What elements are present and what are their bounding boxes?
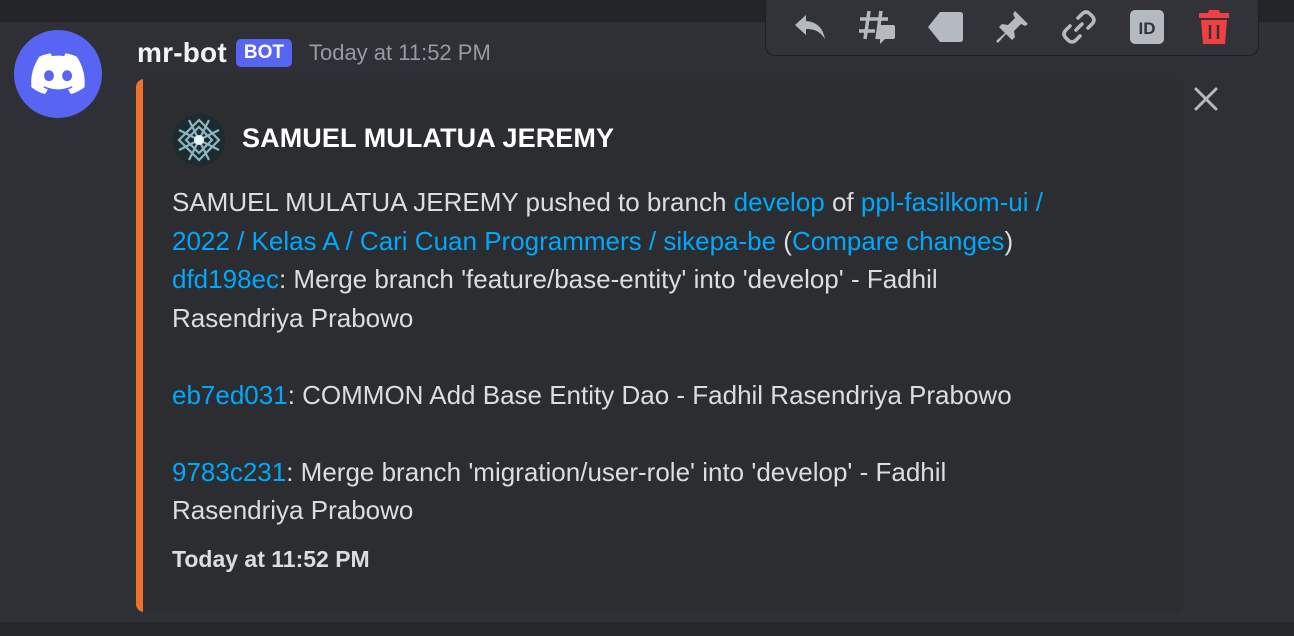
- bot-badge: BOT: [235, 39, 292, 67]
- commit-message-continued: Rasendriya Prabowo: [172, 495, 414, 525]
- create-thread-button[interactable]: [852, 2, 902, 52]
- author-avatar-icon: [173, 114, 225, 166]
- delete-button[interactable]: [1189, 2, 1239, 52]
- copy-link-button[interactable]: [1054, 2, 1104, 52]
- message-header: mr-bot BOT Today at 11:52 PM: [137, 33, 491, 73]
- embed-author-name[interactable]: SAMUEL MULATUA JEREMY: [242, 123, 614, 154]
- pin-button[interactable]: [987, 2, 1037, 52]
- username[interactable]: mr-bot: [137, 37, 227, 69]
- message-actions-toolbar: ID: [765, 0, 1259, 56]
- of-text: of: [824, 187, 861, 217]
- avatar[interactable]: [14, 30, 102, 118]
- commit-item: eb7ed031: COMMON Add Base Entity Dao - F…: [172, 376, 1162, 415]
- embed-accent-bar: [136, 79, 143, 612]
- create-thread-icon: [859, 10, 896, 44]
- message-timestamp[interactable]: Today at 11:52 PM: [309, 40, 491, 66]
- next-message-area: [0, 622, 1294, 636]
- compare-changes-link[interactable]: Compare changes: [792, 226, 1004, 256]
- copy-id-button[interactable]: ID: [1122, 2, 1172, 52]
- commit-message: : Merge branch 'feature/base-entity' int…: [278, 264, 938, 294]
- paren-open: (: [776, 225, 792, 256]
- commit-hash-link[interactable]: eb7ed031: [172, 380, 288, 410]
- pin-icon: [995, 11, 1028, 43]
- embed-description: SAMUEL MULATUA JEREMY pushed to branch d…: [172, 183, 1162, 530]
- commit-hash-link[interactable]: 9783c231: [172, 457, 286, 487]
- commit-message: : Merge branch 'migration/user-role' int…: [286, 456, 947, 487]
- repository-link-line2: 2022 / Kelas A / Cari Cuan Programmers /…: [172, 225, 777, 256]
- commit-message: : COMMON Add Base Entity Dao - Fadhil Ra…: [287, 379, 1012, 410]
- push-summary: SAMUEL MULATUA JEREMY pushed to branch d…: [172, 183, 1162, 260]
- commit-embed: SAMUEL MULATUA JEREMY SAMUEL MULATUA JER…: [136, 79, 1184, 612]
- repository-link-line1: ppl-fasilkom-ui /: [860, 187, 1043, 217]
- reply-button[interactable]: [785, 2, 835, 52]
- paren-close: ): [1004, 225, 1014, 256]
- push-actor: SAMUEL MULATUA JEREMY: [172, 187, 519, 217]
- branch-link[interactable]: develop: [734, 187, 825, 217]
- remove-embed-button[interactable]: [1190, 83, 1222, 115]
- svg-text:ID: ID: [1138, 19, 1155, 38]
- commit-message-continued: Rasendriya Prabowo: [172, 302, 414, 333]
- apps-icon: [927, 12, 963, 42]
- commit-item: dfd198ec: Merge branch 'feature/base-ent…: [172, 260, 1162, 337]
- copy-id-icon: ID: [1129, 10, 1164, 44]
- delete-icon: [1199, 10, 1230, 44]
- commit-hash-link[interactable]: dfd198ec: [172, 264, 279, 294]
- author-avatar: [173, 114, 225, 166]
- discord-logo-icon: [31, 53, 85, 95]
- embed-footer-timestamp: Today at 11:52 PM: [172, 546, 370, 572]
- apps-button[interactable]: [920, 2, 970, 52]
- reply-icon: [794, 15, 825, 39]
- copy-link-icon: [1062, 10, 1097, 44]
- commit-item: 9783c231: Merge branch 'migration/user-r…: [172, 453, 1162, 530]
- push-text: pushed to branch: [518, 187, 734, 217]
- close-icon: [1194, 87, 1218, 111]
